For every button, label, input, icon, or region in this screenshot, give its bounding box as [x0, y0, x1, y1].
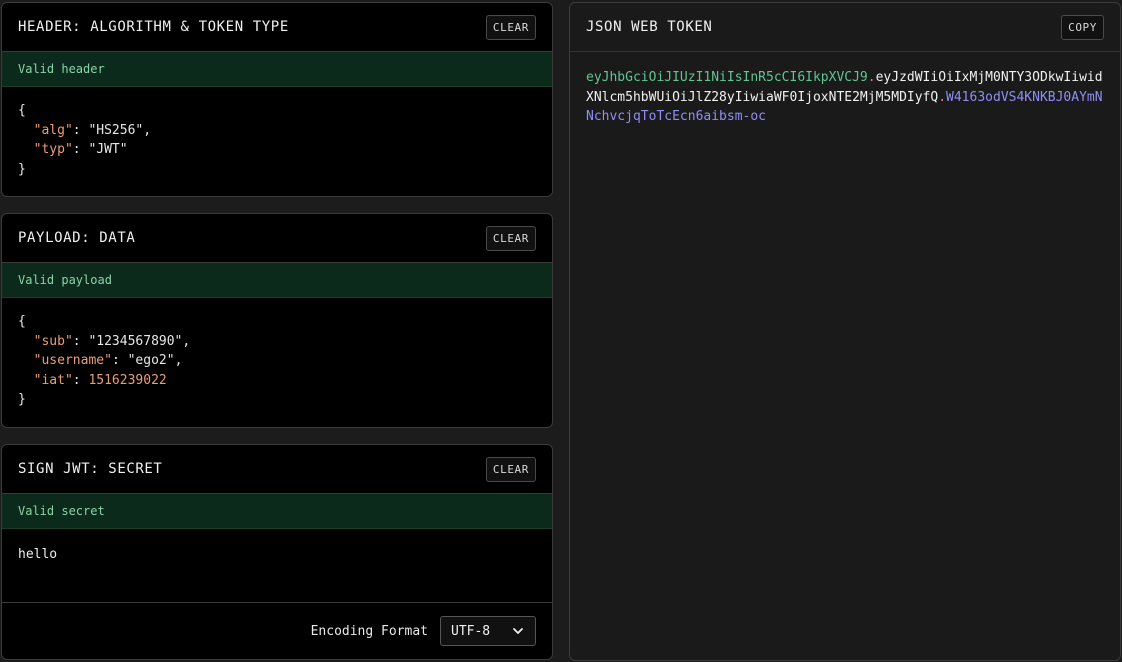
copy-token-button[interactable]: COPY [1061, 14, 1104, 40]
payload-json-editor[interactable]: { "sub": "1234567890", "username": "ego2… [2, 298, 552, 424]
token-panel-title: JSON WEB TOKEN [586, 19, 713, 35]
payload-status: Valid payload [2, 263, 552, 298]
header-panel-title: HEADER: ALGORITHM & TOKEN TYPE [18, 19, 289, 35]
secret-panel: SIGN JWT: SECRET CLEAR Valid secret hell… [1, 444, 553, 660]
json-sep: : [72, 333, 89, 349]
json-value: "JWT" [88, 142, 128, 157]
secret-input[interactable]: hello [2, 529, 552, 605]
jwt-debugger: HEADER: ALGORITHM & TOKEN TYPE CLEAR Val… [0, 0, 1122, 662]
json-value: "1234567890" [88, 333, 183, 349]
json-trail: , [182, 333, 191, 349]
header-clear-button[interactable]: CLEAR [485, 14, 536, 40]
header-panel-head: HEADER: ALGORITHM & TOKEN TYPE CLEAR [2, 3, 552, 52]
json-key: "sub" [33, 333, 73, 349]
json-close-brace: } [18, 161, 26, 177]
secret-panel-title: SIGN JWT: SECRET [18, 461, 163, 477]
json-key: "alg" [33, 122, 73, 138]
json-key: "iat" [33, 372, 73, 388]
token-panel-head: JSON WEB TOKEN COPY [570, 3, 1120, 52]
json-sep: : [72, 122, 89, 138]
json-close-brace: } [18, 392, 26, 407]
json-open-brace: { [18, 103, 26, 118]
token-header-segment: eyJhbGciOiJIUzI1NiIsInR5cCI6IkpXVCJ9 [586, 70, 868, 85]
token-dot: . [938, 89, 947, 105]
payload-panel: PAYLOAD: DATA CLEAR Valid payload { "sub… [1, 213, 553, 428]
chevron-down-icon [513, 628, 523, 634]
secret-panel-head: SIGN JWT: SECRET CLEAR [2, 445, 552, 494]
json-value: "HS256" [88, 122, 144, 138]
json-number-value: 1516239022 [88, 372, 167, 388]
json-sep: : [111, 353, 128, 368]
encoded-token[interactable]: eyJhbGciOiJIUzI1NiIsInR5cCI6IkpXVCJ9.eyJ… [570, 52, 1120, 143]
token-panel: JSON WEB TOKEN COPY eyJhbGciOiJIUzI1NiIs… [569, 2, 1121, 661]
payload-clear-button[interactable]: CLEAR [485, 225, 536, 251]
json-trail: , [143, 122, 152, 138]
json-value: "ego2" [127, 353, 175, 368]
json-open-brace: { [18, 314, 26, 329]
header-panel: HEADER: ALGORITHM & TOKEN TYPE CLEAR Val… [1, 2, 553, 197]
encoding-format-select[interactable]: UTF-8 [440, 616, 536, 646]
encoding-format-value: UTF-8 [451, 623, 491, 639]
json-sep: : [72, 142, 89, 157]
secret-status: Valid secret [2, 494, 552, 529]
secret-clear-button[interactable]: CLEAR [485, 456, 536, 482]
token-dot: . [867, 70, 876, 85]
payload-panel-head: PAYLOAD: DATA CLEAR [2, 214, 552, 263]
header-json-editor[interactable]: { "alg": "HS256", "typ": "JWT" } [2, 87, 552, 193]
json-sep: : [72, 372, 89, 388]
json-key: "typ" [33, 142, 73, 157]
header-status: Valid header [2, 52, 552, 87]
json-trail: , [174, 353, 183, 368]
encoding-format-label: Encoding Format [310, 623, 428, 639]
payload-panel-title: PAYLOAD: DATA [18, 230, 136, 246]
json-key: "username" [33, 353, 112, 368]
encoding-footer: Encoding Format UTF-8 [2, 602, 552, 659]
